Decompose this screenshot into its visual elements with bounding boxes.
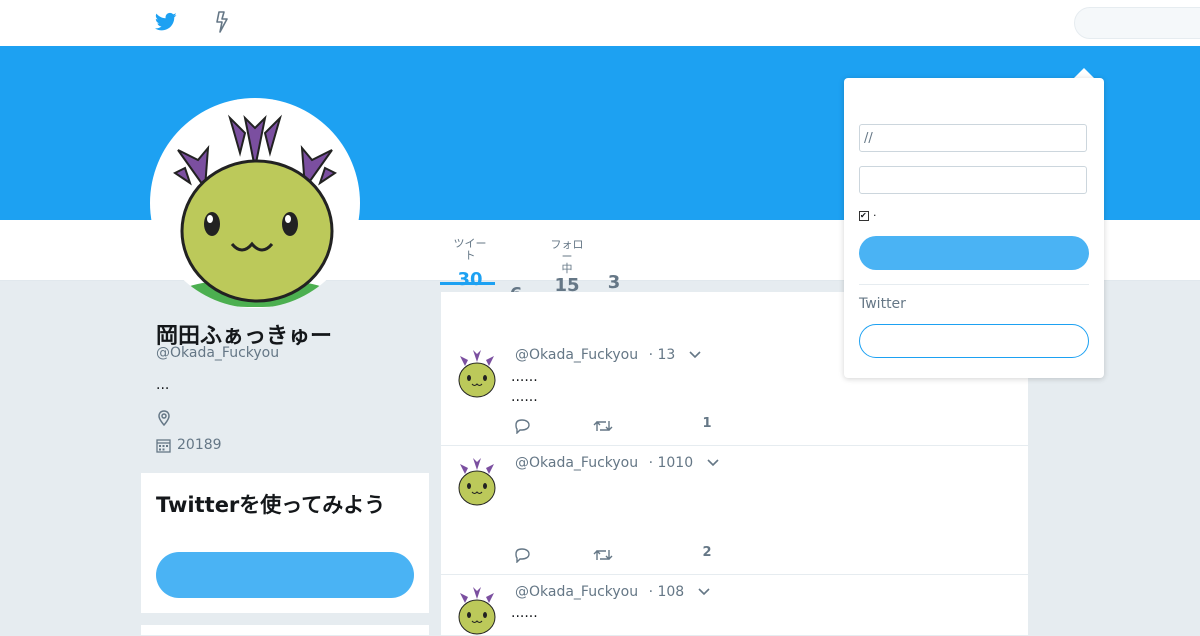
tweet-avatar[interactable] (457, 348, 497, 398)
stat-label: ツイート (453, 237, 487, 262)
popover-arrow (1074, 68, 1094, 78)
like-count[interactable]: 1 (700, 416, 714, 431)
tweet-handle[interactable]: @Okada_Fuckyou (515, 347, 638, 363)
lightning-icon[interactable] (213, 11, 231, 33)
tweet-time[interactable]: · 1010 (649, 455, 694, 471)
profile-bio: ... (156, 377, 170, 393)
search-input[interactable] (1074, 7, 1200, 39)
remember-checkbox[interactable]: ✔ (859, 210, 869, 221)
tweet-header: @Okada_Fuckyou · 108 (515, 584, 711, 600)
chevron-down-icon[interactable] (706, 458, 720, 468)
profile-avatar[interactable] (150, 98, 360, 308)
twitter-bird-icon[interactable] (155, 12, 177, 32)
tweet-item[interactable]: @Okada_Fuckyou · 108 ...... (441, 575, 1028, 636)
twitter-label: Twitter (859, 296, 906, 312)
chevron-down-icon[interactable] (688, 350, 702, 360)
mascot-image (173, 114, 337, 307)
retweet-icon[interactable] (593, 547, 613, 563)
active-tab-indicator (440, 282, 495, 285)
location-row (156, 410, 172, 430)
chevron-down-icon[interactable] (697, 587, 711, 597)
stat-following[interactable]: フォロー 中 15 (547, 238, 587, 297)
calendar-icon (156, 438, 171, 453)
login-button[interactable] (859, 236, 1089, 270)
sidebar-card (141, 625, 429, 635)
tweet-time[interactable]: · 13 (649, 347, 676, 363)
tweet-avatar[interactable] (457, 456, 497, 506)
popover-signup-button[interactable] (859, 324, 1089, 358)
tweet-text-line: ...... (511, 605, 538, 621)
retweet-icon[interactable] (593, 418, 613, 434)
joined-row: 20189 (156, 437, 222, 453)
signup-title: Twitterを使ってみよう (156, 493, 386, 517)
password-field[interactable] (859, 166, 1087, 194)
reply-icon[interactable] (513, 418, 531, 434)
tweet-avatar[interactable] (457, 585, 497, 635)
profile-handle[interactable]: @Okada_Fuckyou (156, 345, 279, 361)
like-count[interactable]: 2 (700, 545, 714, 560)
tweet-item[interactable]: @Okada_Fuckyou · 1010 2 (441, 446, 1028, 575)
stat-likes-count[interactable]: 3 (602, 272, 626, 293)
remember-me[interactable]: ✔ · (859, 209, 877, 222)
tweet-text-line: ...... (511, 389, 538, 405)
username-field[interactable]: // (859, 124, 1087, 152)
stat-value: 3 (607, 272, 621, 293)
tweet-text-line: ...... (511, 369, 538, 385)
remember-label: · (873, 209, 877, 222)
signup-card: Twitterを使ってみよう (141, 473, 429, 613)
reply-icon[interactable] (513, 547, 531, 563)
location-icon (158, 410, 170, 427)
stat-value: 30 (457, 269, 483, 290)
joined-date: 20189 (177, 437, 222, 453)
tweet-handle[interactable]: @Okada_Fuckyou (515, 584, 638, 600)
signup-button[interactable] (156, 552, 414, 598)
stat-label: フォロー 中 (550, 238, 584, 275)
tweet-header: @Okada_Fuckyou · 1010 (515, 455, 720, 471)
top-nav (0, 0, 1200, 47)
divider (859, 284, 1089, 285)
login-popover: // ✔ · Twitter (844, 78, 1104, 378)
tweet-time[interactable]: · 108 (649, 584, 685, 600)
tweet-header: @Okada_Fuckyou · 13 (515, 347, 702, 363)
tweet-handle[interactable]: @Okada_Fuckyou (515, 455, 638, 471)
